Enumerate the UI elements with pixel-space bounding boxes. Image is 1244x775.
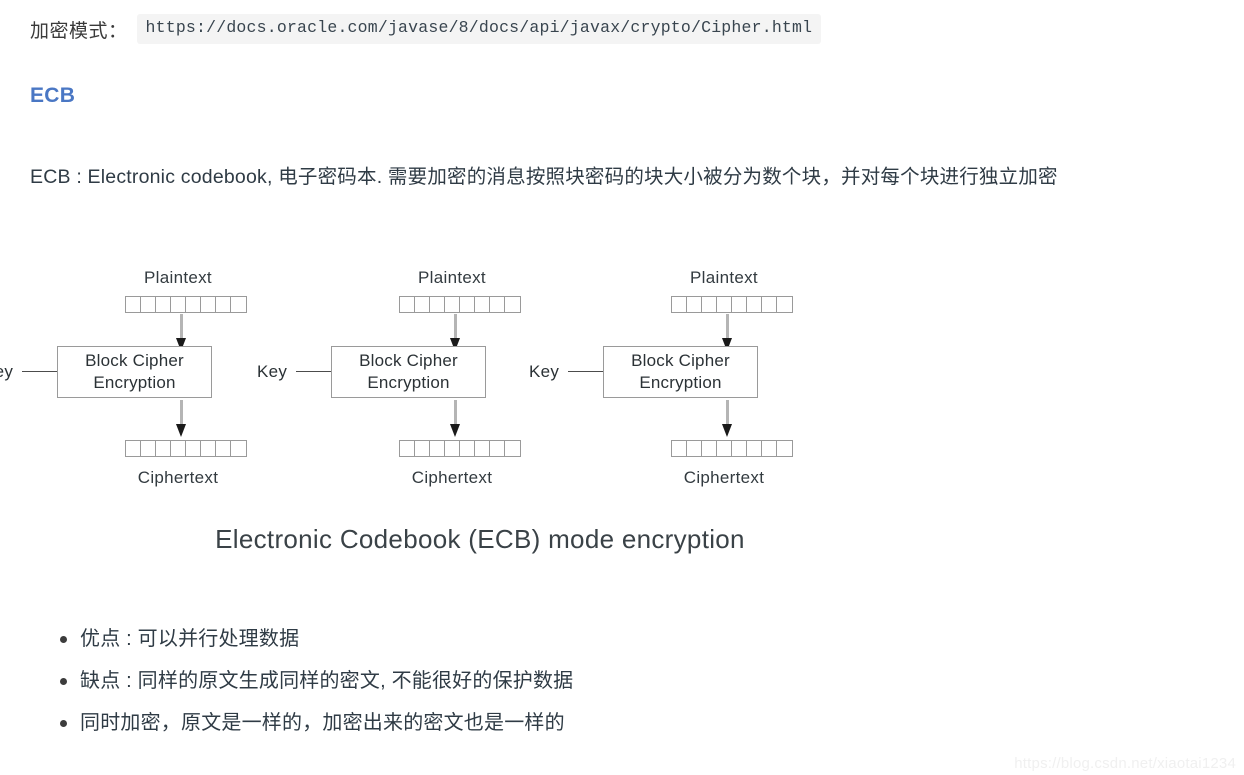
key-label: Key (0, 362, 14, 381)
block-cipher-encryption-box: Block Cipher Encryption (603, 346, 758, 398)
plaintext-block-strip (125, 296, 247, 313)
ciphertext-label: Ciphertext (411, 468, 493, 487)
box-line-2: Encryption (367, 373, 450, 392)
ciphertext-cell (702, 441, 717, 456)
plaintext-label: Plaintext (144, 268, 212, 287)
ciphertext-cell (216, 441, 231, 456)
ciphertext-cell (762, 441, 777, 456)
plaintext-cell (762, 297, 777, 312)
diagram-caption: Electronic Codebook (ECB) mode encryptio… (215, 524, 745, 554)
block-cipher-encryption-box: Block Cipher Encryption (331, 346, 486, 398)
ciphertext-cell (687, 441, 702, 456)
plaintext-cell (475, 297, 490, 312)
box-line-1: Block Cipher (359, 351, 458, 370)
plaintext-label: Plaintext (418, 268, 486, 287)
plaintext-cell (717, 297, 732, 312)
key-label: Key (257, 362, 288, 381)
arrow-down-icon (175, 400, 188, 440)
plaintext-cell (430, 297, 445, 312)
plaintext-cell (171, 297, 186, 312)
ciphertext-cell (505, 441, 520, 456)
arrow-down-icon (449, 400, 462, 440)
plaintext-cell (687, 297, 702, 312)
box-line-1: Block Cipher (631, 351, 730, 370)
plaintext-cell (141, 297, 156, 312)
ciphertext-cell (490, 441, 505, 456)
ciphertext-cell (777, 441, 792, 456)
key-label: Key (529, 362, 560, 381)
box-line-2: Encryption (639, 373, 722, 392)
encryption-mode-line: 加密模式： https://docs.oracle.com/javase/8/d… (30, 14, 822, 44)
section-heading-ecb: ECB (30, 84, 76, 107)
plaintext-cell (777, 297, 792, 312)
plaintext-block-strip (399, 296, 521, 313)
plaintext-cell (186, 297, 201, 312)
ecb-block-column: Plaintext Key (529, 252, 874, 497)
ciphertext-cell (186, 441, 201, 456)
ecb-diagram-columns: Plaintext Key (0, 252, 960, 497)
blog-watermark: https://blog.csdn.net/xiaotai1234 (1014, 755, 1236, 772)
plaintext-cell (672, 297, 687, 312)
list-item: 同时加密，原文是一样的，加密出来的密文也是一样的 (59, 702, 573, 744)
plaintext-label: Plaintext (690, 268, 758, 287)
ciphertext-cell (747, 441, 762, 456)
plaintext-cell (747, 297, 762, 312)
plaintext-cell (490, 297, 505, 312)
ciphertext-cell (430, 441, 445, 456)
plaintext-cell (201, 297, 216, 312)
ciphertext-cell (672, 441, 687, 456)
plaintext-cell (702, 297, 717, 312)
ciphertext-cell (400, 441, 415, 456)
plaintext-cell (400, 297, 415, 312)
plaintext-cell (415, 297, 430, 312)
ciphertext-cell (475, 441, 490, 456)
ciphertext-cell (717, 441, 732, 456)
box-line-2: Encryption (93, 373, 176, 392)
ciphertext-cell (231, 441, 246, 456)
ciphertext-block-strip (399, 440, 521, 457)
ciphertext-cell (460, 441, 475, 456)
plaintext-cell (505, 297, 520, 312)
plaintext-cell (460, 297, 475, 312)
encryption-mode-label: 加密模式： (30, 20, 128, 42)
ciphertext-label: Ciphertext (683, 468, 765, 487)
list-item: 缺点 : 同样的原文生成同样的密文, 不能很好的保护数据 (59, 660, 573, 702)
plaintext-block-strip (671, 296, 793, 313)
box-line-1: Block Cipher (85, 351, 184, 370)
plaintext-cell (445, 297, 460, 312)
ecb-pros-cons-list: 优点 : 可以并行处理数据 缺点 : 同样的原文生成同样的密文, 不能很好的保护… (46, 618, 573, 744)
list-item: 优点 : 可以并行处理数据 (59, 618, 573, 660)
cipher-doc-url-code[interactable]: https://docs.oracle.com/javase/8/docs/ap… (136, 14, 822, 44)
ecb-description-paragraph: ECB : Electronic codebook, 电子密码本. 需要加密的消… (30, 165, 1058, 188)
plaintext-cell (126, 297, 141, 312)
ciphertext-block-strip (125, 440, 247, 457)
plaintext-cell (156, 297, 171, 312)
ciphertext-cell (171, 441, 186, 456)
ciphertext-cell (126, 441, 141, 456)
plaintext-cell (231, 297, 246, 312)
arrow-down-icon (721, 400, 734, 440)
block-cipher-encryption-box: Block Cipher Encryption (57, 346, 212, 398)
ciphertext-label: Ciphertext (137, 468, 219, 487)
ciphertext-block-strip (671, 440, 793, 457)
ciphertext-cell (141, 441, 156, 456)
ecb-mode-diagram: Plaintext Key (0, 252, 960, 562)
plaintext-cell (216, 297, 231, 312)
ciphertext-cell (156, 441, 171, 456)
ciphertext-cell (732, 441, 747, 456)
plaintext-cell (732, 297, 747, 312)
ciphertext-cell (201, 441, 216, 456)
ciphertext-cell (445, 441, 460, 456)
ciphertext-cell (415, 441, 430, 456)
